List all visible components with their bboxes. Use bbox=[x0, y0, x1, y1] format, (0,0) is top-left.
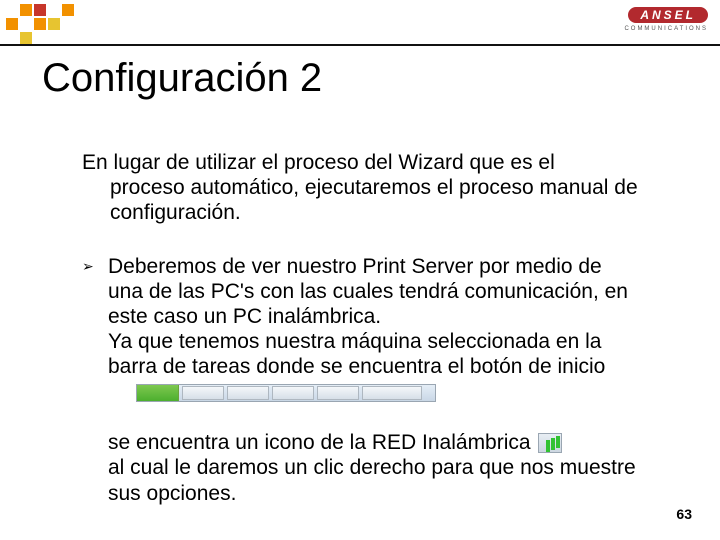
closing-rest: al cual le daremos un clic derecho para … bbox=[108, 456, 636, 505]
taskbar-button bbox=[317, 386, 359, 400]
wifi-tray-icon bbox=[538, 433, 562, 453]
bullet-text: Deberemos de ver nuestro Print Server po… bbox=[108, 254, 642, 408]
bullet-paragraph-1: Deberemos de ver nuestro Print Server po… bbox=[108, 255, 628, 328]
closing-line-1: se encuentra un icono de la RED Inalámbr… bbox=[108, 431, 531, 454]
taskbar-button bbox=[182, 386, 224, 400]
brand-logo: ANSEL COMMUNICATIONS bbox=[624, 6, 708, 32]
taskbar-image bbox=[136, 384, 436, 402]
intro-paragraph: En lugar de utilizar el proceso del Wiza… bbox=[82, 150, 642, 226]
slide: ANSEL COMMUNICATIONS Configuración 2 En … bbox=[0, 0, 720, 540]
closing-paragraph: se encuentra un icono de la RED Inalámbr… bbox=[82, 430, 642, 507]
bullet-marker-icon: ➢ bbox=[82, 254, 108, 408]
brand-subtitle: COMMUNICATIONS bbox=[624, 26, 708, 32]
taskbar-button bbox=[227, 386, 269, 400]
brand-name: ANSEL bbox=[628, 7, 708, 23]
start-button-icon bbox=[137, 385, 179, 401]
header-divider bbox=[0, 44, 720, 46]
page-number: 63 bbox=[676, 506, 692, 522]
corner-decoration bbox=[6, 4, 116, 48]
taskbar-button bbox=[272, 386, 314, 400]
intro-line-1: En lugar de utilizar el proceso del Wiza… bbox=[82, 151, 555, 174]
slide-body: En lugar de utilizar el proceso del Wiza… bbox=[82, 150, 642, 507]
intro-rest: proceso automático, ejecutaremos el proc… bbox=[82, 175, 642, 225]
bullet-item: ➢ Deberemos de ver nuestro Print Server … bbox=[82, 254, 642, 408]
bullet-paragraph-2: Ya que tenemos nuestra máquina seleccion… bbox=[108, 330, 605, 378]
taskbar-button bbox=[362, 386, 422, 400]
slide-title: Configuración 2 bbox=[42, 56, 322, 101]
